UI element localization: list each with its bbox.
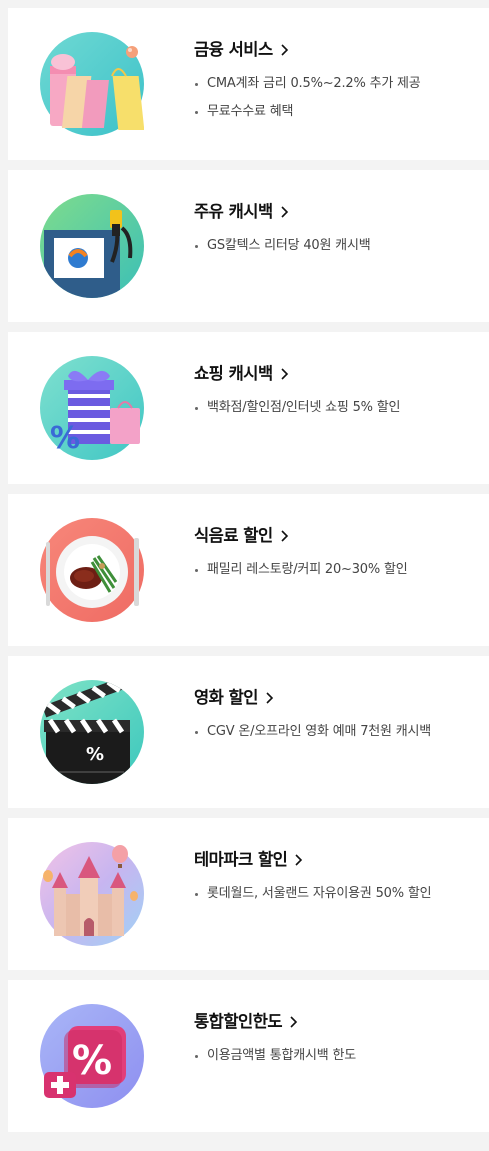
benefit-card-movie[interactable]: % 영화 할인 CGV 온/오프라인 영화 예매 7천원 캐시백 xyxy=(8,656,489,808)
benefit-bullets: CMA계좌 금리 0.5%~2.2% 추가 제공 무료수수료 혜택 xyxy=(194,70,479,126)
svg-text:%: % xyxy=(72,1038,112,1084)
benefit-bullets: 백화점/할인점/인터넷 쇼핑 5% 할인 xyxy=(194,394,479,422)
benefit-title-text: 영화 할인 xyxy=(194,688,258,707)
benefit-card-shopping[interactable]: % 쇼핑 캐시백 백화점/할인점/인터넷 쇼핑 5% 할인 xyxy=(8,332,489,484)
chevron-right-icon xyxy=(280,368,289,380)
benefit-title-text: 통합할인한도 xyxy=(194,1012,283,1031)
castle-icon xyxy=(40,842,144,946)
benefit-bullet: CGV 온/오프라인 영화 예매 7천원 캐시백 xyxy=(194,718,479,746)
benefit-title-text: 쇼핑 캐시백 xyxy=(194,364,273,383)
benefit-bullet: CMA계좌 금리 0.5%~2.2% 추가 제공 xyxy=(194,70,479,98)
svg-text:%: % xyxy=(50,421,80,456)
benefit-title-text: 금융 서비스 xyxy=(194,40,273,59)
benefit-title[interactable]: 식음료 할인 xyxy=(194,524,479,548)
chevron-right-icon xyxy=(289,1016,298,1028)
benefit-card-total-limit[interactable]: % 통합할인한도 이용금액별 통합캐시백 한도 xyxy=(8,980,489,1132)
benefit-bullets: 이용금액별 통합캐시백 한도 xyxy=(194,1042,479,1070)
clapperboard-icon: % xyxy=(40,680,144,784)
benefit-bullet: GS칼텍스 리터당 40원 캐시백 xyxy=(194,232,479,260)
benefit-card-dining[interactable]: 식음료 할인 패밀리 레스토랑/커피 20~30% 할인 xyxy=(8,494,489,646)
benefit-bullet: 롯데월드, 서울랜드 자유이용권 50% 할인 xyxy=(194,880,479,908)
benefit-bullets: 패밀리 레스토랑/커피 20~30% 할인 xyxy=(194,556,479,584)
benefit-title[interactable]: 통합할인한도 xyxy=(194,1010,479,1034)
benefit-title-text: 주유 캐시백 xyxy=(194,202,273,221)
gas-station-icon xyxy=(40,194,144,298)
benefit-bullets: GS칼텍스 리터당 40원 캐시백 xyxy=(194,232,479,260)
benefit-title[interactable]: 주유 캐시백 xyxy=(194,200,479,224)
benefit-title[interactable]: 금융 서비스 xyxy=(194,38,479,62)
benefit-title-text: 식음료 할인 xyxy=(194,526,273,545)
benefit-bullet: 무료수수료 혜택 xyxy=(194,98,479,126)
shopping-bags-icon xyxy=(40,32,144,136)
benefit-title[interactable]: 쇼핑 캐시백 xyxy=(194,362,479,386)
dinner-plate-icon xyxy=(40,518,144,622)
benefit-list: 금융 서비스 CMA계좌 금리 0.5%~2.2% 추가 제공 무료수수료 혜택 xyxy=(0,0,489,1132)
chevron-right-icon xyxy=(280,530,289,542)
benefit-bullets: CGV 온/오프라인 영화 예매 7천원 캐시백 xyxy=(194,718,479,746)
chevron-right-icon xyxy=(265,692,274,704)
chevron-right-icon xyxy=(280,44,289,56)
gift-box-icon: % xyxy=(40,356,144,460)
chevron-right-icon xyxy=(294,854,303,866)
svg-text:%: % xyxy=(86,744,104,765)
benefit-title[interactable]: 영화 할인 xyxy=(194,686,479,710)
benefit-card-fuel[interactable]: 주유 캐시백 GS칼텍스 리터당 40원 캐시백 xyxy=(8,170,489,322)
benefit-title[interactable]: 테마파크 할인 xyxy=(194,848,479,872)
benefit-bullet: 백화점/할인점/인터넷 쇼핑 5% 할인 xyxy=(194,394,479,422)
benefit-bullet: 이용금액별 통합캐시백 한도 xyxy=(194,1042,479,1070)
benefit-bullets: 롯데월드, 서울랜드 자유이용권 50% 할인 xyxy=(194,880,479,908)
benefit-bullet: 패밀리 레스토랑/커피 20~30% 할인 xyxy=(194,556,479,584)
percent-badge-icon: % xyxy=(40,1004,144,1108)
benefit-card-themepark[interactable]: 테마파크 할인 롯데월드, 서울랜드 자유이용권 50% 할인 xyxy=(8,818,489,970)
chevron-right-icon xyxy=(280,206,289,218)
benefit-title-text: 테마파크 할인 xyxy=(194,850,288,869)
benefit-card-finance[interactable]: 금융 서비스 CMA계좌 금리 0.5%~2.2% 추가 제공 무료수수료 혜택 xyxy=(8,8,489,160)
